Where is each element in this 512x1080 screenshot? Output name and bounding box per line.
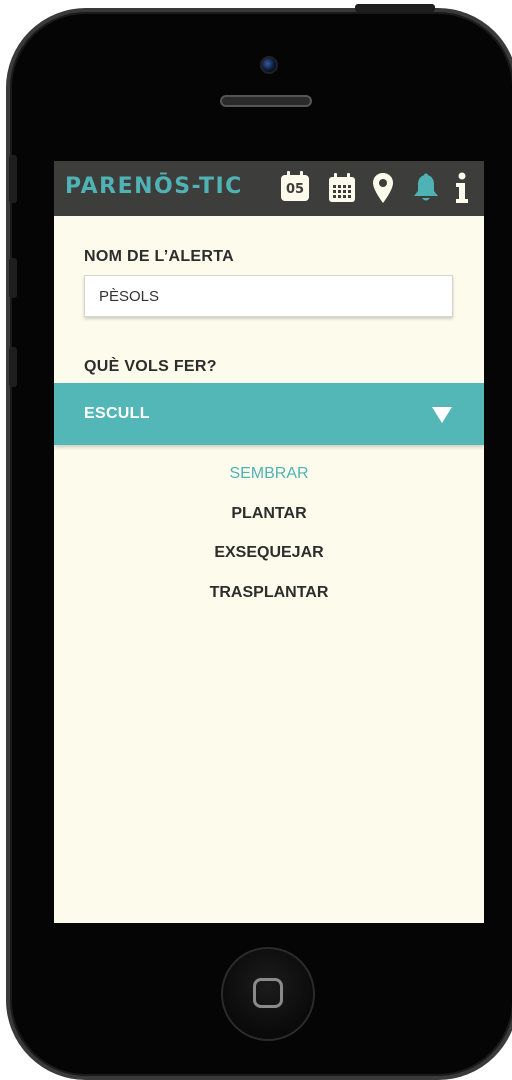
volume-down-button	[9, 347, 17, 387]
action-select-label: ESCULL	[84, 405, 150, 422]
mute-switch	[9, 155, 17, 203]
alert-name-label: NOM DE L’ALERTA	[84, 248, 234, 265]
option-exsequejar[interactable]: EXSEQUEJAR	[54, 536, 484, 576]
app-screen: PARENŌS-TIC 05 NOM DE L’ALERTA PÈSOLS QU…	[54, 161, 484, 923]
option-plantar[interactable]: PLANTAR	[54, 497, 484, 537]
calendar-day-number: 05	[281, 171, 309, 201]
action-options-list: SEMBRAR PLANTAR EXSEQUEJAR TRASPLANTAR	[54, 457, 484, 615]
home-square-icon	[253, 978, 283, 1008]
bell-icon[interactable]	[410, 171, 442, 205]
power-button	[355, 4, 435, 12]
volume-up-button	[9, 258, 17, 298]
calendar-day-icon[interactable]: 05	[278, 171, 312, 205]
action-select[interactable]: ESCULL	[54, 383, 484, 445]
app-header: PARENŌS-TIC 05	[54, 161, 484, 216]
alert-name-input[interactable]	[84, 275, 453, 317]
option-trasplantar[interactable]: TRASPLANTAR	[54, 576, 484, 616]
triangle-down-icon	[432, 407, 452, 423]
calendar-icon[interactable]	[326, 171, 358, 205]
app-logo: PARENŌS-TIC	[65, 174, 243, 199]
earpiece-speaker	[220, 95, 312, 107]
location-icon[interactable]	[370, 171, 396, 205]
option-sembrar[interactable]: SEMBRAR	[54, 457, 484, 497]
front-camera	[260, 56, 278, 74]
info-icon[interactable]	[451, 171, 473, 205]
action-label: QUÈ VOLS FER?	[84, 358, 217, 375]
home-button[interactable]	[221, 947, 315, 1041]
